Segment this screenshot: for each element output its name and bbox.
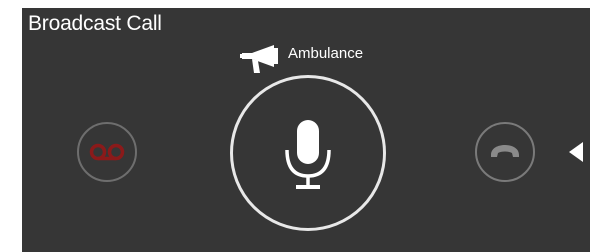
voicemail-button[interactable] xyxy=(77,122,137,182)
triangle-left-icon[interactable] xyxy=(569,142,583,162)
push-to-talk-button[interactable] xyxy=(230,75,386,231)
microphone-icon xyxy=(285,120,331,189)
broadcast-call-panel: Broadcast Call Ambulance xyxy=(22,8,590,252)
panel-title: Broadcast Call xyxy=(28,12,162,35)
channel-name: Ambulance xyxy=(288,45,364,62)
channel-indicator: Ambulance xyxy=(240,44,363,76)
megaphone-icon xyxy=(240,45,278,73)
phone-hangup-icon xyxy=(491,145,519,157)
voicemail-icon xyxy=(89,143,125,161)
hangup-button[interactable] xyxy=(475,122,535,182)
